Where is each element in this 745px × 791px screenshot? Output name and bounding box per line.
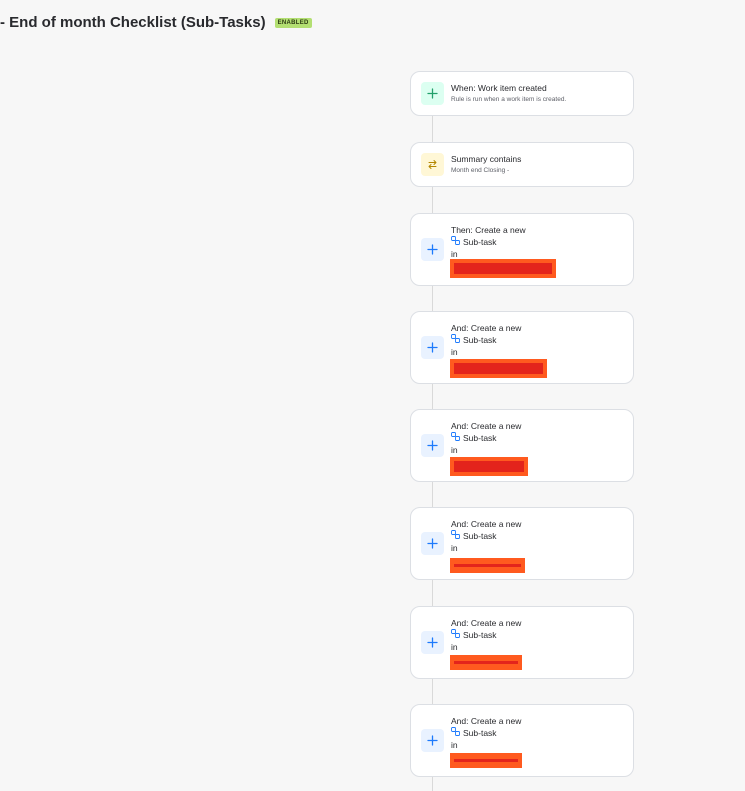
status-badge: ENABLED: [274, 17, 312, 28]
plus-icon: [421, 729, 444, 752]
redacted-project: [450, 753, 522, 768]
plus-icon: [421, 82, 444, 105]
action-card[interactable]: And: Create a new Sub-task in: [410, 606, 634, 679]
plus-icon: [421, 631, 444, 654]
action-title: And: Create a new: [451, 618, 522, 628]
redacted-project: [450, 359, 547, 378]
action-card[interactable]: And: Create a new Sub-task in: [410, 507, 634, 580]
redacted-project: [450, 558, 525, 573]
action-issue-type-label: Sub-task: [463, 237, 497, 247]
rule-header: - End of month Checklist (Sub-Tasks) ENA…: [0, 14, 312, 31]
condition-subtitle: Month end Closing -: [451, 167, 510, 174]
action-title: And: Create a new: [451, 421, 522, 431]
redacted-project: [450, 457, 528, 476]
rule-title: - End of month Checklist (Sub-Tasks): [0, 14, 266, 31]
action-issue-type: Sub-task: [451, 236, 625, 249]
action-title: Then: Create a new: [451, 225, 526, 235]
action-issue-type: Sub-task: [451, 530, 625, 543]
trigger-card[interactable]: When: Work item created Rule is run when…: [410, 71, 634, 116]
trigger-subtitle: Rule is run when a work item is created.: [451, 96, 567, 103]
action-issue-type-label: Sub-task: [463, 728, 497, 738]
action-issue-type: Sub-task: [451, 334, 625, 347]
action-title: And: Create a new: [451, 323, 522, 333]
plus-icon: [421, 434, 444, 457]
action-title: And: Create a new: [451, 519, 522, 529]
action-in-label: in: [451, 445, 458, 455]
redacted-project: [450, 259, 556, 278]
subtask-icon: [451, 727, 460, 740]
action-in-label: in: [451, 347, 458, 357]
action-card[interactable]: And: Create a new Sub-task in: [410, 409, 634, 482]
subtask-icon: [451, 629, 460, 642]
redacted-project: [450, 655, 522, 670]
action-in-label: in: [451, 543, 458, 553]
plus-icon: [421, 238, 444, 261]
action-issue-type-label: Sub-task: [463, 433, 497, 443]
action-in-label: in: [451, 740, 458, 750]
plus-icon: [421, 532, 444, 555]
action-issue-type: Sub-task: [451, 629, 625, 642]
action-issue-type: Sub-task: [451, 432, 625, 445]
action-issue-type-label: Sub-task: [463, 335, 497, 345]
condition-title: Summary contains: [451, 154, 522, 164]
action-issue-type: Sub-task: [451, 727, 625, 740]
plus-icon: [421, 336, 444, 359]
subtask-icon: [451, 236, 460, 249]
trigger-title: When: Work item created: [451, 83, 547, 93]
subtask-icon: [451, 432, 460, 445]
action-issue-type-label: Sub-task: [463, 630, 497, 640]
action-issue-type-label: Sub-task: [463, 531, 497, 541]
action-card[interactable]: And: Create a new Sub-task in: [410, 311, 634, 384]
subtask-icon: [451, 334, 460, 347]
action-title: And: Create a new: [451, 716, 522, 726]
action-in-label: in: [451, 642, 458, 652]
action-card[interactable]: Then: Create a new Sub-task in: [410, 213, 634, 286]
subtask-icon: [451, 530, 460, 543]
condition-card[interactable]: Summary contains Month end Closing -: [410, 142, 634, 187]
action-card[interactable]: And: Create a new Sub-task in: [410, 704, 634, 777]
branch-arrows-icon: [421, 153, 444, 176]
